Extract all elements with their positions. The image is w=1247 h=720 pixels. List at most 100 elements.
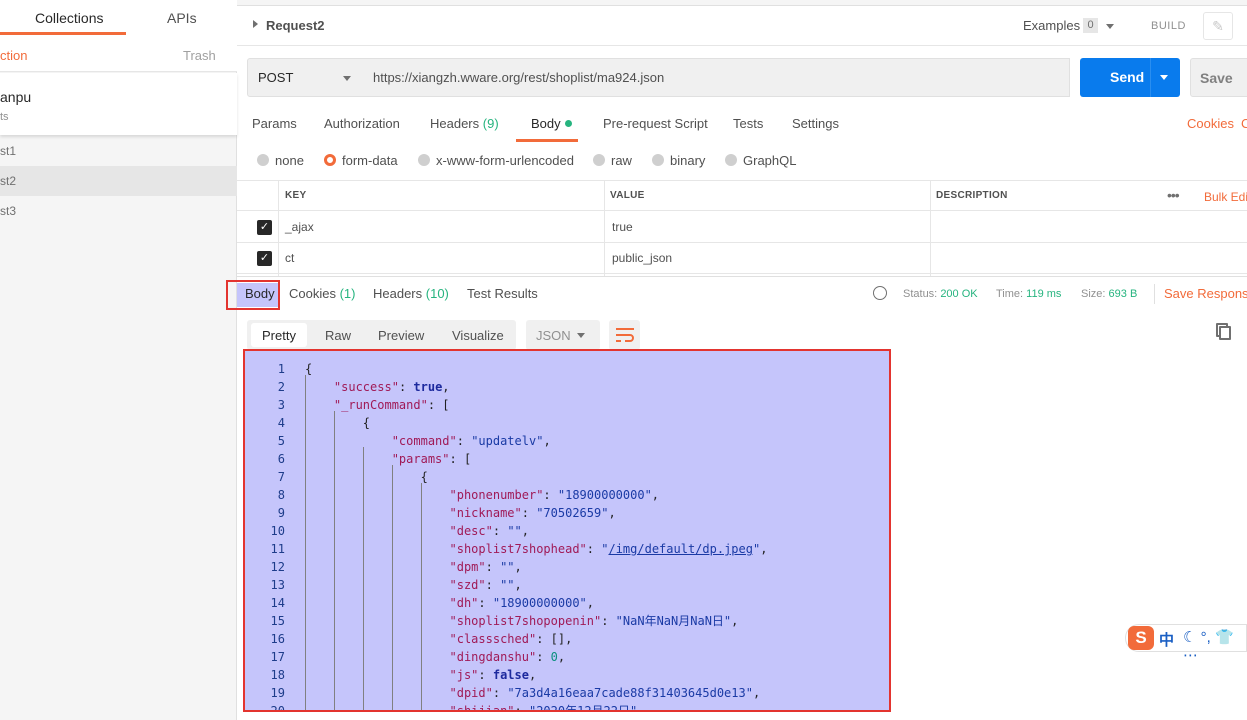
collection-card[interactable]: anpu ts: [0, 73, 237, 135]
bulk-edit-link[interactable]: Bulk Edi: [1204, 190, 1247, 204]
code-text: "dh": "18900000000",: [449, 596, 595, 610]
line-number: 2: [277, 380, 285, 394]
more-options-icon[interactable]: •••: [1167, 187, 1180, 203]
response-tab-test-results[interactable]: Test Results: [467, 286, 538, 301]
tab-settings[interactable]: Settings: [792, 116, 839, 131]
method-select[interactable]: POST: [247, 58, 363, 97]
copy-icon[interactable]: [1219, 326, 1231, 340]
col-description: DESCRIPTION: [936, 190, 1008, 201]
format-select[interactable]: JSON: [526, 320, 600, 350]
globe-icon[interactable]: [873, 286, 887, 300]
time-value: 119 ms: [1026, 288, 1062, 300]
tab-apis[interactable]: APIs: [167, 10, 197, 26]
edit-pencil-icon[interactable]: ✎: [1203, 12, 1233, 40]
code-line: 4 {: [245, 414, 889, 432]
tab-collections[interactable]: Collections: [35, 10, 103, 26]
radio-label: GraphQL: [743, 153, 797, 168]
ime-language[interactable]: 中: [1159, 629, 1174, 650]
collection-meta: ts: [0, 111, 9, 123]
response-headers-count: (10): [425, 286, 449, 301]
radio-raw[interactable]: raw: [593, 153, 632, 168]
sidebar-request-item[interactable]: st3: [0, 196, 237, 226]
tab-pre-request-script[interactable]: Pre-request Script: [603, 116, 708, 131]
subtab-trash[interactable]: Trash: [183, 48, 216, 63]
line-number: 15: [270, 614, 285, 628]
radio-binary[interactable]: binary: [652, 153, 705, 168]
line-number: 1: [277, 362, 285, 376]
view-raw[interactable]: Raw: [325, 328, 351, 343]
code-text: "params": [: [391, 452, 472, 466]
code-line: 13 "szd": "",: [245, 576, 889, 594]
code-line: 1{: [245, 360, 889, 378]
tab-authorization[interactable]: Authorization: [324, 116, 400, 131]
url-input[interactable]: https://xiangzh.wware.org/rest/shoplist/…: [362, 58, 1070, 97]
row-key[interactable]: _ajax: [285, 220, 314, 234]
send-button[interactable]: Send: [1080, 58, 1180, 97]
line-number: 10: [270, 524, 285, 538]
response-tab-cookies[interactable]: Cookies (1): [289, 286, 355, 301]
ime-toolbar[interactable]: S 中 ☾ °, 👕 ⋯: [1125, 624, 1247, 664]
ime-options-icon[interactable]: ☾ °, 👕 ⋯: [1183, 628, 1246, 664]
tab-tests[interactable]: Tests: [733, 116, 763, 131]
code-text: "szd": "",: [449, 578, 522, 592]
line-number: 4: [277, 416, 285, 430]
tab-headers-label: Headers: [430, 116, 480, 131]
line-number: 9: [277, 506, 285, 520]
view-preview[interactable]: Preview: [378, 328, 424, 343]
radio-dot-selected: [324, 154, 336, 166]
code-link[interactable]: C: [1241, 116, 1247, 131]
view-pretty[interactable]: Pretty: [251, 323, 307, 347]
examples-label[interactable]: Examples: [1023, 18, 1080, 33]
row-key[interactable]: ct: [285, 251, 294, 265]
response-body-code[interactable]: 1{ 2 "success": true, 3 "_runCommand": […: [243, 349, 891, 712]
sidebar-request-item[interactable]: st1: [0, 136, 237, 166]
status-value: 200 OK: [940, 288, 978, 300]
code-text: "_runCommand": [: [333, 398, 450, 412]
response-tab-cookies-label: Cookies: [289, 286, 336, 301]
radio-urlencoded[interactable]: x-www-form-urlencoded: [418, 153, 574, 168]
line-number: 3: [277, 398, 285, 412]
code-line: 14 "dh": "18900000000",: [245, 594, 889, 612]
tab-params[interactable]: Params: [252, 116, 297, 131]
examples-dropdown-icon[interactable]: [1106, 24, 1114, 29]
sidebar-request-item-selected[interactable]: st2: [0, 166, 237, 196]
save-button[interactable]: Save: [1190, 58, 1247, 97]
code-text: "dpm": "",: [449, 560, 522, 574]
radio-graphql[interactable]: GraphQL: [725, 153, 796, 168]
send-label: Send: [1110, 69, 1145, 85]
tab-underline: [0, 32, 126, 35]
code-line: 8 "phonenumber": "18900000000",: [245, 486, 889, 504]
size-value: 693 B: [1108, 288, 1138, 300]
line-number: 20: [270, 704, 285, 712]
wrap-lines-button[interactable]: [609, 320, 640, 350]
save-response-button[interactable]: Save Response: [1164, 286, 1247, 301]
cookies-link[interactable]: Cookies: [1187, 116, 1234, 131]
code-text: "shoplist7shophead": "/img/default/dp.jp…: [449, 542, 768, 556]
build-mode[interactable]: BUILD: [1151, 20, 1186, 32]
expand-caret-icon[interactable]: [253, 20, 258, 28]
active-tab-underline: [516, 139, 578, 142]
body-indicator-dot: [564, 120, 572, 127]
code-text: "desc": "",: [449, 524, 530, 538]
line-number: 18: [270, 668, 285, 682]
response-tab-headers-label: Headers: [373, 286, 423, 301]
tab-headers[interactable]: Headers (9): [430, 116, 499, 131]
row-checkbox[interactable]: ✓: [257, 251, 272, 266]
code-line: 3 "_runCommand": [: [245, 396, 889, 414]
row-value[interactable]: true: [612, 220, 633, 234]
response-tab-body[interactable]: Body: [245, 286, 275, 301]
tab-body[interactable]: Body: [531, 116, 572, 131]
radio-label: form-data: [342, 153, 398, 168]
status-label: Status:: [903, 288, 938, 300]
row-checkbox[interactable]: ✓: [257, 220, 272, 235]
line-number: 7: [277, 470, 285, 484]
radio-form-data[interactable]: form-data: [324, 153, 398, 168]
subtab-collection[interactable]: ction: [0, 48, 27, 63]
response-tab-headers[interactable]: Headers (10): [373, 286, 449, 301]
code-line: 11 "shoplist7shophead": "/img/default/dp…: [245, 540, 889, 558]
view-visualize[interactable]: Visualize: [452, 328, 504, 343]
row-value[interactable]: public_json: [612, 251, 672, 265]
send-dropdown-icon[interactable]: [1160, 75, 1168, 80]
radio-none[interactable]: none: [257, 153, 304, 168]
request-name[interactable]: Request2: [266, 18, 325, 33]
